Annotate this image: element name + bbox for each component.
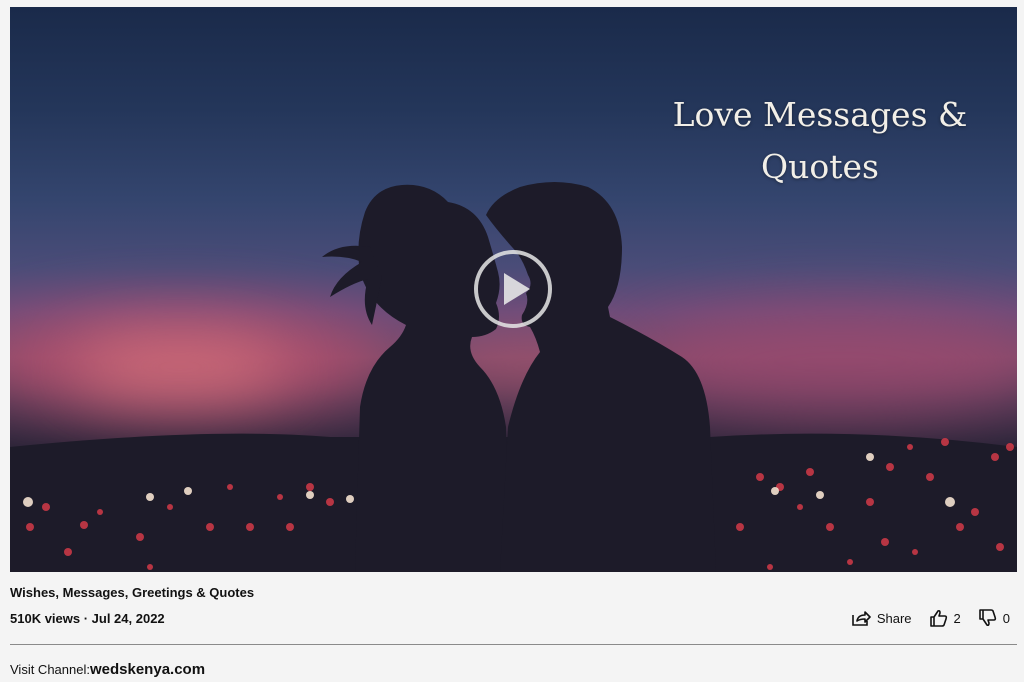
video-actions: Share 2 0 bbox=[851, 605, 1010, 631]
like-button[interactable]: 2 bbox=[929, 609, 961, 627]
share-icon bbox=[852, 611, 871, 626]
visit-channel-label: Visit Channel: bbox=[10, 662, 90, 677]
video-player[interactable]: Love Messages & Quotes bbox=[10, 7, 1017, 572]
thumbs-up-icon bbox=[929, 609, 947, 627]
overlay-title-line2: Quotes bbox=[761, 147, 879, 186]
dislike-count: 0 bbox=[1002, 610, 1010, 626]
video-caption: Wishes, Messages, Greetings & Quotes bbox=[10, 585, 255, 600]
visit-channel: Visit Channel:wedskenya.com bbox=[10, 661, 205, 678]
overlay-title-line1: Love Messages & bbox=[672, 95, 968, 134]
video-overlay-title: Love Messages & Quotes bbox=[640, 89, 1000, 193]
video-meta: 510K views · Jul 24, 2022 bbox=[10, 611, 165, 626]
share-label: Share bbox=[876, 610, 912, 626]
play-icon bbox=[504, 273, 530, 305]
like-count: 2 bbox=[953, 610, 961, 626]
divider bbox=[10, 644, 1017, 645]
thumbs-down-icon bbox=[978, 609, 996, 627]
play-button[interactable] bbox=[474, 250, 552, 328]
dislike-button[interactable]: 0 bbox=[978, 609, 1010, 627]
share-button[interactable]: Share bbox=[851, 609, 912, 627]
channel-link[interactable]: wedskenya.com bbox=[90, 661, 205, 678]
